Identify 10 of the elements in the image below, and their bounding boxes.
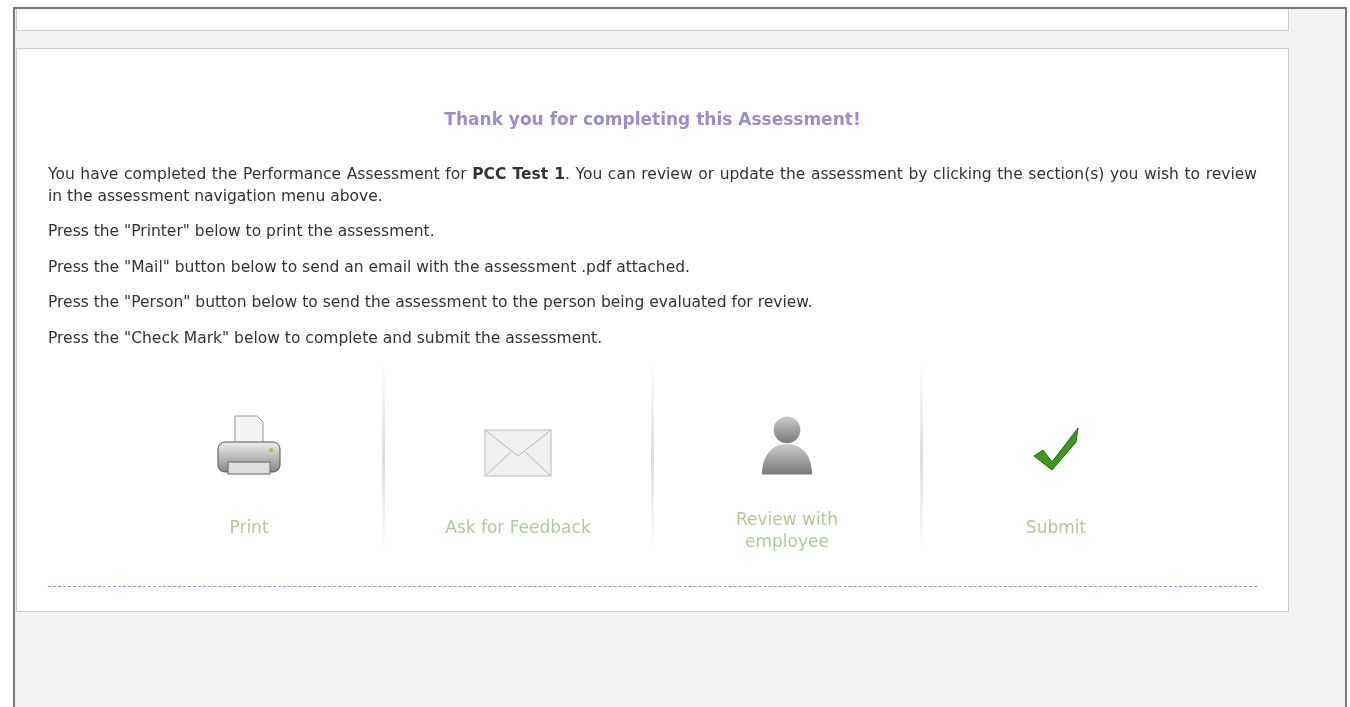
action-link[interactable]: Submit bbox=[1025, 516, 1087, 539]
instruction-text: Press the "Mail" button below to send an email with the assessment .pdf attached. bbox=[48, 256, 691, 278]
action-link[interactable]: Ask for Feedback bbox=[445, 516, 591, 539]
instruction-text: Press the "Check Mark" below to complete and submit the assessment. bbox=[48, 327, 604, 349]
instruction-text: Press the "Printer" below to print the assessment. bbox=[48, 221, 436, 243]
action-link[interactable]: Print bbox=[229, 516, 269, 539]
action-link[interactable]: Review with employee bbox=[712, 508, 862, 553]
heading: Thank you for completing this Assessment! bbox=[443, 108, 862, 131]
instruction-text: You have completed the Performance Assessment for PCC Test 1. You can review or update the assessment by clicking the section(s) you wish to review in the assessment navigation menu above. bbox=[48, 163, 1257, 207]
instruction-text: Press the "Person" button below to send the assessment to the person being evaluated for review. bbox=[48, 292, 814, 314]
